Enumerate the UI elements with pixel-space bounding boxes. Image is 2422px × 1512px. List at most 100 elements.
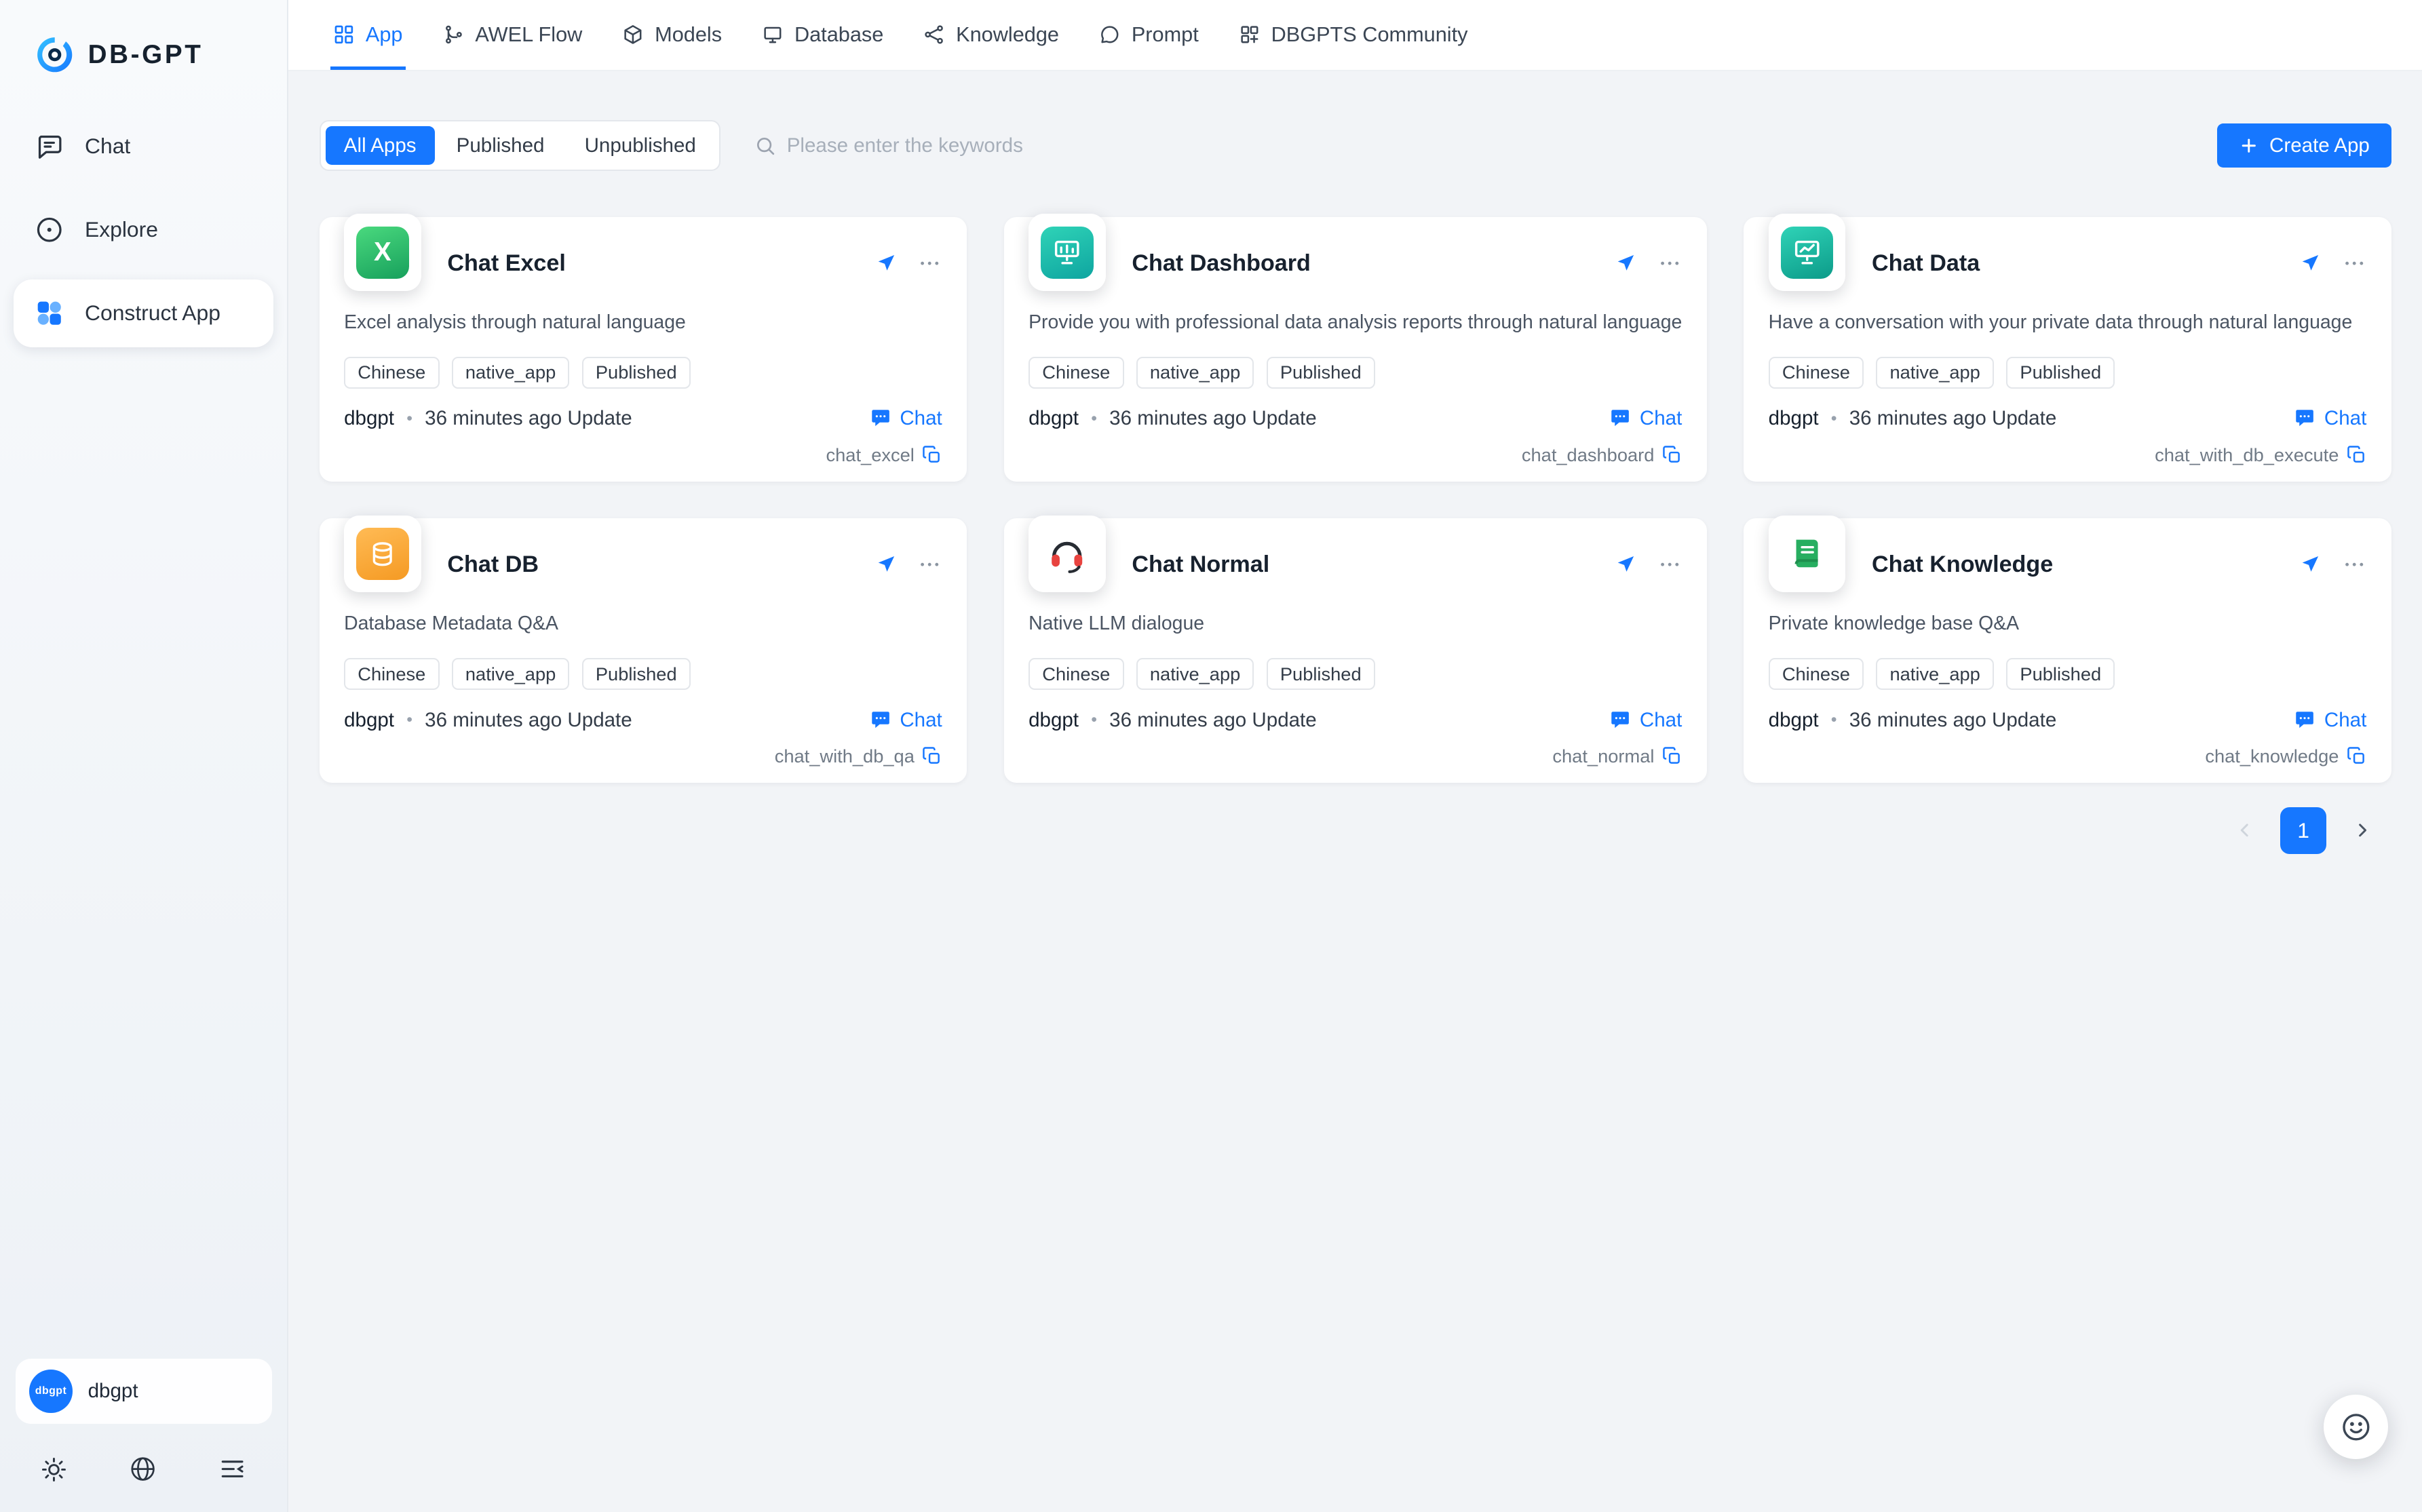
tag: native_app — [1136, 658, 1254, 690]
app-description: Private knowledge base Q&A — [1769, 613, 2367, 635]
share-pointer-icon[interactable] — [2299, 252, 2322, 275]
sidebar-item-chat[interactable]: Chat — [14, 113, 273, 180]
sidebar-item-label: Explore — [85, 217, 158, 242]
app-title: Chat Dashboard — [1132, 250, 1310, 277]
card-footer: dbgpt • 36 minutes ago Update Chat — [344, 407, 942, 430]
theme-toggle-icon[interactable] — [40, 1456, 68, 1484]
more-menu-icon[interactable] — [1657, 552, 1682, 577]
card-header: Chat DB — [344, 537, 942, 592]
tag: Chinese — [1029, 658, 1123, 690]
copy-icon[interactable] — [1662, 445, 1683, 465]
card-header: Chat Knowledge — [1769, 537, 2367, 592]
sidebar-footer — [0, 1433, 287, 1512]
card-header: Chat Dashboard — [1029, 235, 1682, 291]
app-title: Chat Data — [1872, 250, 1980, 277]
db-app-icon — [356, 528, 408, 580]
search-input[interactable] — [787, 134, 1024, 157]
app-code-row: chat_with_db_qa — [344, 745, 942, 767]
copy-icon[interactable] — [922, 746, 942, 767]
share-pointer-icon[interactable] — [874, 252, 898, 275]
chat-bubble-icon — [1609, 709, 1632, 732]
chat-button[interactable]: Chat — [869, 407, 942, 430]
tab-prompt[interactable]: Prompt — [1079, 0, 1219, 70]
filter-unpublished[interactable]: Unpublished — [566, 126, 714, 165]
share-pointer-icon[interactable] — [1614, 553, 1637, 576]
card-actions — [874, 251, 942, 275]
create-app-button[interactable]: Create App — [2217, 123, 2391, 168]
top-navigation: App AWEL Flow Models Database — [288, 0, 2422, 71]
sidebar-item-label: Construct App — [85, 301, 220, 326]
excel-app-icon: X — [356, 227, 408, 279]
tab-app[interactable]: App — [313, 0, 423, 70]
copy-icon[interactable] — [922, 445, 942, 465]
next-page-icon[interactable] — [2339, 807, 2385, 853]
sidebar-item-construct-app[interactable]: Construct App — [14, 279, 273, 347]
tab-awel-flow[interactable]: AWEL Flow — [423, 0, 602, 70]
more-menu-icon[interactable] — [2342, 552, 2366, 577]
tab-knowledge[interactable]: Knowledge — [904, 0, 1079, 70]
chat-bubble-icon — [869, 407, 892, 430]
tab-dbgpts-community[interactable]: DBGPTS Community — [1218, 0, 1488, 70]
chat-bubble-icon — [2293, 407, 2316, 430]
copy-icon[interactable] — [2347, 445, 2367, 465]
tab-models[interactable]: Models — [602, 0, 742, 70]
more-menu-icon[interactable] — [2342, 251, 2366, 275]
app-description: Database Metadata Q&A — [344, 613, 942, 635]
collapse-sidebar-icon[interactable] — [218, 1454, 247, 1484]
copy-icon[interactable] — [2347, 746, 2367, 767]
data-app-icon — [1781, 227, 1833, 279]
more-menu-icon[interactable] — [917, 552, 942, 577]
chat-bubble-icon — [2293, 709, 2316, 732]
share-pointer-icon[interactable] — [874, 553, 898, 576]
tag: native_app — [452, 658, 570, 690]
copy-icon[interactable] — [1662, 746, 1683, 767]
brand-name: DB-GPT — [88, 40, 204, 70]
card-footer: dbgpt • 36 minutes ago Update Chat — [1029, 407, 1682, 430]
filter-all-apps[interactable]: All Apps — [326, 126, 435, 165]
separator: • — [1091, 409, 1097, 429]
chat-button[interactable]: Chat — [2293, 407, 2366, 430]
chat-button[interactable]: Chat — [1609, 709, 1682, 732]
tag: Chinese — [344, 357, 439, 389]
tag-list: Chinese native_app Published — [344, 357, 942, 389]
tab-database[interactable]: Database — [742, 0, 904, 70]
app-updated: 36 minutes ago Update — [1849, 709, 2057, 732]
app-icon-frame — [1769, 214, 1846, 291]
separator: • — [406, 409, 412, 429]
app-code-row: chat_excel — [344, 444, 942, 466]
tag: Published — [1267, 658, 1375, 690]
chat-button[interactable]: Chat — [2293, 709, 2366, 732]
sidebar-item-explore[interactable]: Explore — [14, 196, 273, 264]
flow-branch-icon — [443, 24, 465, 45]
app-owner: dbgpt — [1769, 407, 1819, 430]
more-menu-icon[interactable] — [917, 251, 942, 275]
language-globe-icon[interactable] — [128, 1454, 157, 1484]
app-updated: 36 minutes ago Update — [425, 407, 632, 430]
app-title: Chat DB — [447, 551, 539, 578]
prev-page-icon[interactable] — [2222, 807, 2268, 853]
card-footer: dbgpt • 36 minutes ago Update Chat — [1769, 407, 2367, 430]
tag-list: Chinese native_app Published — [1769, 658, 2367, 690]
app-title: Chat Knowledge — [1872, 551, 2053, 578]
tag: native_app — [1876, 357, 1994, 389]
filter-published[interactable]: Published — [438, 126, 562, 165]
share-pointer-icon[interactable] — [1614, 252, 1637, 275]
more-menu-icon[interactable] — [1657, 251, 1682, 275]
page-number[interactable]: 1 — [2280, 807, 2326, 853]
grid-icon — [333, 24, 355, 45]
share-pointer-icon[interactable] — [2299, 553, 2322, 576]
tag-list: Chinese native_app Published — [1029, 357, 1682, 389]
user-profile[interactable]: dbgpt dbgpt — [16, 1359, 272, 1423]
search-icon — [754, 135, 776, 157]
dbgpt-logo-icon — [34, 34, 75, 75]
card-actions — [1614, 251, 1682, 275]
app-code: chat_excel — [826, 444, 915, 466]
chat-button[interactable]: Chat — [1609, 407, 1682, 430]
app-owner: dbgpt — [1029, 407, 1079, 430]
card-actions — [874, 552, 942, 577]
feedback-smiley-button[interactable] — [2324, 1395, 2389, 1460]
chat-button[interactable]: Chat — [869, 709, 942, 732]
app-code-row: chat_normal — [1029, 745, 1682, 767]
tag: native_app — [1136, 357, 1254, 389]
card-actions — [2299, 552, 2366, 577]
